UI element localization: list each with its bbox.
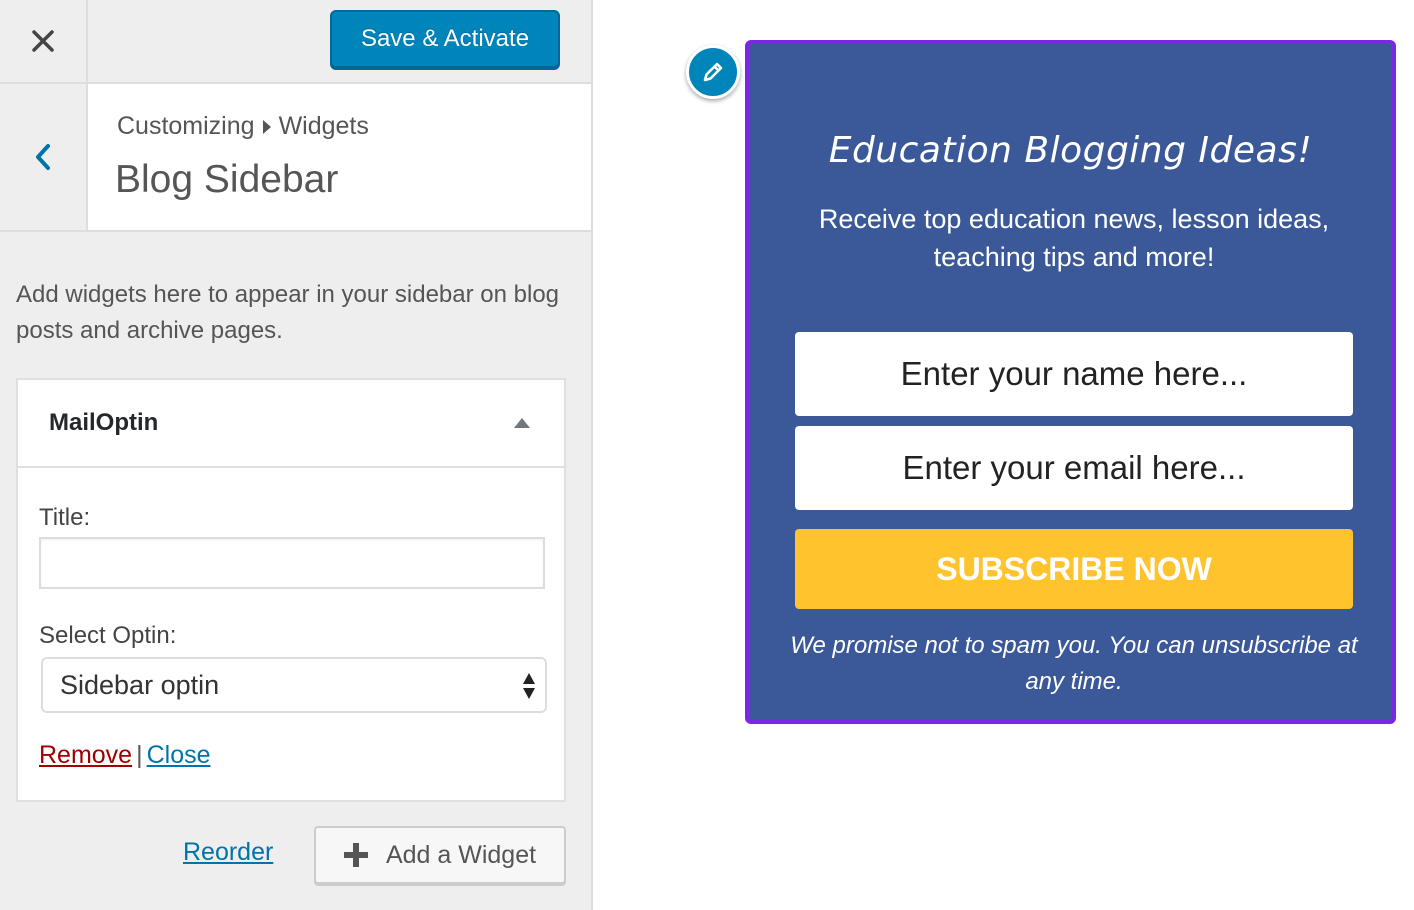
chevron-left-icon <box>36 144 50 170</box>
mailoptin-widget: MailOptin Title: Select Optin: Sidebar o… <box>16 378 566 802</box>
pencil-icon <box>703 62 723 82</box>
section-title: Blog Sidebar <box>115 158 339 201</box>
title-label: Title: <box>39 504 91 531</box>
add-widget-label: Add a Widget <box>385 840 537 869</box>
optin-note: We promise not to spam you. You can unsu… <box>790 632 1358 695</box>
optin-form: Education Blogging Ideas! Receive top ed… <box>745 40 1396 724</box>
plus-icon <box>343 843 368 867</box>
back-button[interactable] <box>0 84 88 230</box>
email-field[interactable] <box>795 426 1353 510</box>
reorder-link[interactable]: Reorder <box>183 838 273 867</box>
breadcrumb: Customizing Widgets <box>117 112 369 141</box>
customizer-header: Save & Activate <box>0 0 591 84</box>
customizer-panel: Save & Activate Customizing Widgets Blog… <box>0 0 593 910</box>
collapse-arrow-icon[interactable] <box>514 418 530 428</box>
breadcrumb-arrow-icon <box>262 119 271 134</box>
optin-headline: Education Blogging Ideas! <box>828 130 1313 171</box>
close-link[interactable]: Close <box>147 741 211 769</box>
close-icon <box>32 30 54 52</box>
section-header: Customizing Widgets Blog Sidebar <box>0 84 591 232</box>
widget-header[interactable]: MailOptin <box>18 380 564 468</box>
select-optin-value: Sidebar optin <box>60 669 220 700</box>
remove-link[interactable]: Remove <box>39 741 132 769</box>
widget-name: MailOptin <box>49 409 159 436</box>
select-arrows-icon <box>523 671 537 701</box>
close-customizer-button[interactable] <box>0 0 88 82</box>
add-widget-button[interactable]: Add a Widget <box>314 826 566 884</box>
select-optin-dropdown[interactable]: Sidebar optin <box>41 657 547 713</box>
select-optin-label: Select Optin: <box>39 622 177 649</box>
title-input[interactable] <box>39 537 545 589</box>
subscribe-button[interactable]: SUBSCRIBE NOW <box>795 529 1353 609</box>
edit-shortcut-button[interactable] <box>686 45 740 99</box>
save-activate-button[interactable]: Save & Activate <box>330 10 560 68</box>
breadcrumb-root: Customizing <box>117 112 255 140</box>
actions-separator: | <box>136 741 143 769</box>
section-description: Add widgets here to appear in your sideb… <box>16 281 560 344</box>
widget-actions: Remove | Close <box>39 741 211 770</box>
name-field[interactable] <box>795 332 1353 416</box>
optin-description: Receive top education news, lesson ideas… <box>818 204 1330 272</box>
breadcrumb-current: Widgets <box>278 112 369 140</box>
